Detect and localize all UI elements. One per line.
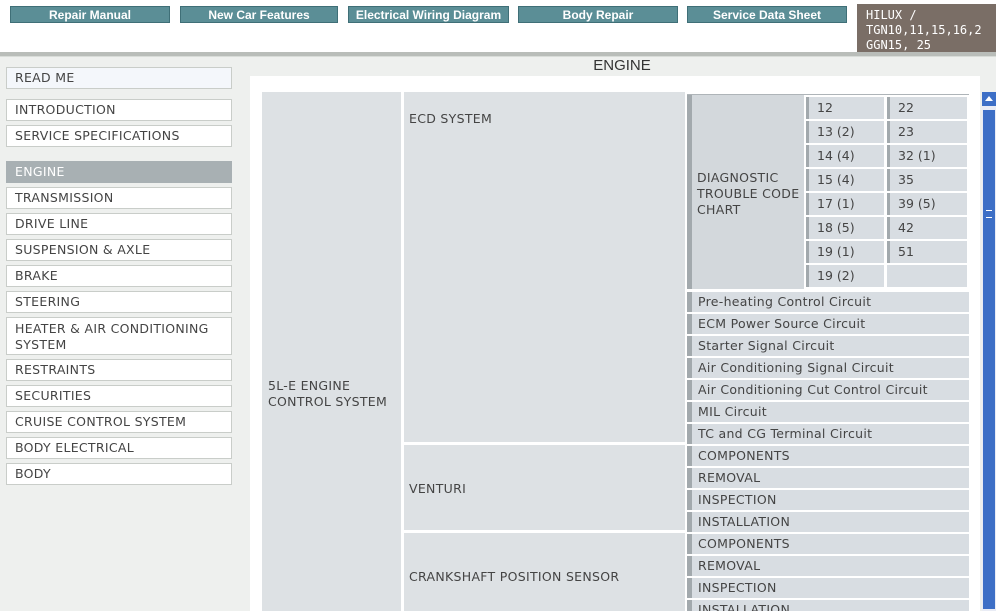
top-navigation-bar: Repair Manual New Car Features Electrica…	[0, 0, 996, 52]
sidebar-item-cruise-control-system[interactable]: CRUISE CONTROL SYSTEM	[6, 411, 232, 433]
dtc-code-link[interactable]: 17 (1)	[806, 193, 884, 215]
dtc-code-link[interactable]: 14 (4)	[806, 145, 884, 167]
scroll-up-arrow-icon[interactable]	[982, 92, 996, 106]
scroll-grip-icon	[986, 210, 992, 218]
tab-new-car-features[interactable]: New Car Features	[180, 6, 338, 23]
sidebar-item-body[interactable]: BODY	[6, 463, 232, 485]
venturi-inspection-link[interactable]: INSPECTION	[687, 490, 969, 510]
crankshaft-removal-link[interactable]: REMOVAL	[687, 556, 969, 576]
scroll-thumb[interactable]	[983, 110, 995, 609]
model-line-3: GGN15, 25	[866, 38, 932, 52]
dtc-code-link[interactable]: 18 (5)	[806, 217, 884, 239]
circuit-link-ecm-power-source[interactable]: ECM Power Source Circuit	[687, 314, 969, 334]
dtc-code-link[interactable]: 32 (1)	[887, 145, 967, 167]
sidebar-item-transmission[interactable]: TRANSMISSION	[6, 187, 232, 209]
dtc-code-link[interactable]: 51	[887, 241, 967, 263]
tab-electrical-wiring-diagram[interactable]: Electrical Wiring Diagram	[348, 6, 509, 23]
dtc-code-link[interactable]: 13 (2)	[806, 121, 884, 143]
dtc-label: DIAGNOSTIC TROUBLE CODE CHART	[697, 170, 800, 217]
tab-service-data-sheet[interactable]: Service Data Sheet	[687, 6, 847, 23]
sidebar-item-drive-line[interactable]: DRIVE LINE	[6, 213, 232, 235]
sidebar-item-restraints[interactable]: RESTRAINTS	[6, 359, 232, 381]
dtc-code-link[interactable]: 39 (5)	[887, 193, 967, 215]
model-line-1: HILUX /	[866, 8, 917, 22]
sidebar-item-read-me[interactable]: READ ME	[6, 67, 232, 89]
sidebar-item-steering[interactable]: STEERING	[6, 291, 232, 313]
circuit-link-ac-cut-control[interactable]: Air Conditioning Cut Control Circuit	[687, 380, 969, 400]
dtc-code-link[interactable]: 23	[887, 121, 967, 143]
venturi-removal-link[interactable]: REMOVAL	[687, 468, 969, 488]
dtc-code-link[interactable]: 42	[887, 217, 967, 239]
venturi-components-link[interactable]: COMPONENTS	[687, 446, 969, 466]
circuit-link-ac-signal[interactable]: Air Conditioning Signal Circuit	[687, 358, 969, 378]
crankshaft-inspection-link[interactable]: INSPECTION	[687, 578, 969, 598]
sidebar-item-suspension-axle[interactable]: SUSPENSION & AXLE	[6, 239, 232, 261]
crankshaft-label: CRANKSHAFT POSITION SENSOR	[409, 569, 620, 584]
dtc-code-link[interactable]: 35	[887, 169, 967, 191]
vertical-scrollbar[interactable]	[982, 92, 996, 611]
model-info-box: HILUX / TGN10,11,15,16,2 GGN15, 25	[857, 4, 996, 52]
sidebar-item-introduction[interactable]: INTRODUCTION	[6, 99, 232, 121]
crankshaft-installation-link[interactable]: INSTALLATION	[687, 600, 969, 611]
sidebar-item-brake[interactable]: BRAKE	[6, 265, 232, 287]
model-line-2: TGN10,11,15,16,2	[866, 23, 982, 37]
ecd-system-label: ECD SYSTEM	[409, 111, 493, 126]
dtc-code-link[interactable]: 12	[806, 97, 884, 119]
circuit-link-starter-signal[interactable]: Starter Signal Circuit	[687, 336, 969, 356]
system-label: 5L-E ENGINE CONTROL SYSTEM	[268, 378, 388, 409]
sidebar-item-body-electrical[interactable]: BODY ELECTRICAL	[6, 437, 232, 459]
dtc-code-link[interactable]: 15 (4)	[806, 169, 884, 191]
circuit-link-mil[interactable]: MIL Circuit	[687, 402, 969, 422]
venturi-installation-link[interactable]: INSTALLATION	[687, 512, 969, 532]
sidebar-item-heater-air-conditioning[interactable]: HEATER & AIR CONDITIONING SYSTEM	[6, 317, 232, 355]
ecd-system-cell	[404, 92, 685, 442]
circuit-link-pre-heating[interactable]: Pre-heating Control Circuit	[687, 292, 969, 312]
tab-repair-manual[interactable]: Repair Manual	[10, 6, 170, 23]
venturi-label: VENTURI	[409, 481, 467, 496]
page-title: ENGINE	[593, 57, 651, 74]
sidebar-item-securities[interactable]: SECURITIES	[6, 385, 232, 407]
sidebar-item-engine[interactable]: ENGINE	[6, 161, 232, 183]
dtc-empty-cell	[887, 265, 967, 287]
dtc-code-link[interactable]: 19 (2)	[806, 265, 884, 287]
dtc-code-link[interactable]: 19 (1)	[806, 241, 884, 263]
dtc-code-link[interactable]: 22	[887, 97, 967, 119]
crankshaft-components-link[interactable]: COMPONENTS	[687, 534, 969, 554]
sidebar-item-service-specifications[interactable]: SERVICE SPECIFICATIONS	[6, 125, 232, 147]
tab-body-repair[interactable]: Body Repair	[518, 6, 678, 23]
system-cell	[262, 92, 401, 611]
circuit-link-tc-cg-terminal[interactable]: TC and CG Terminal Circuit	[687, 424, 969, 444]
